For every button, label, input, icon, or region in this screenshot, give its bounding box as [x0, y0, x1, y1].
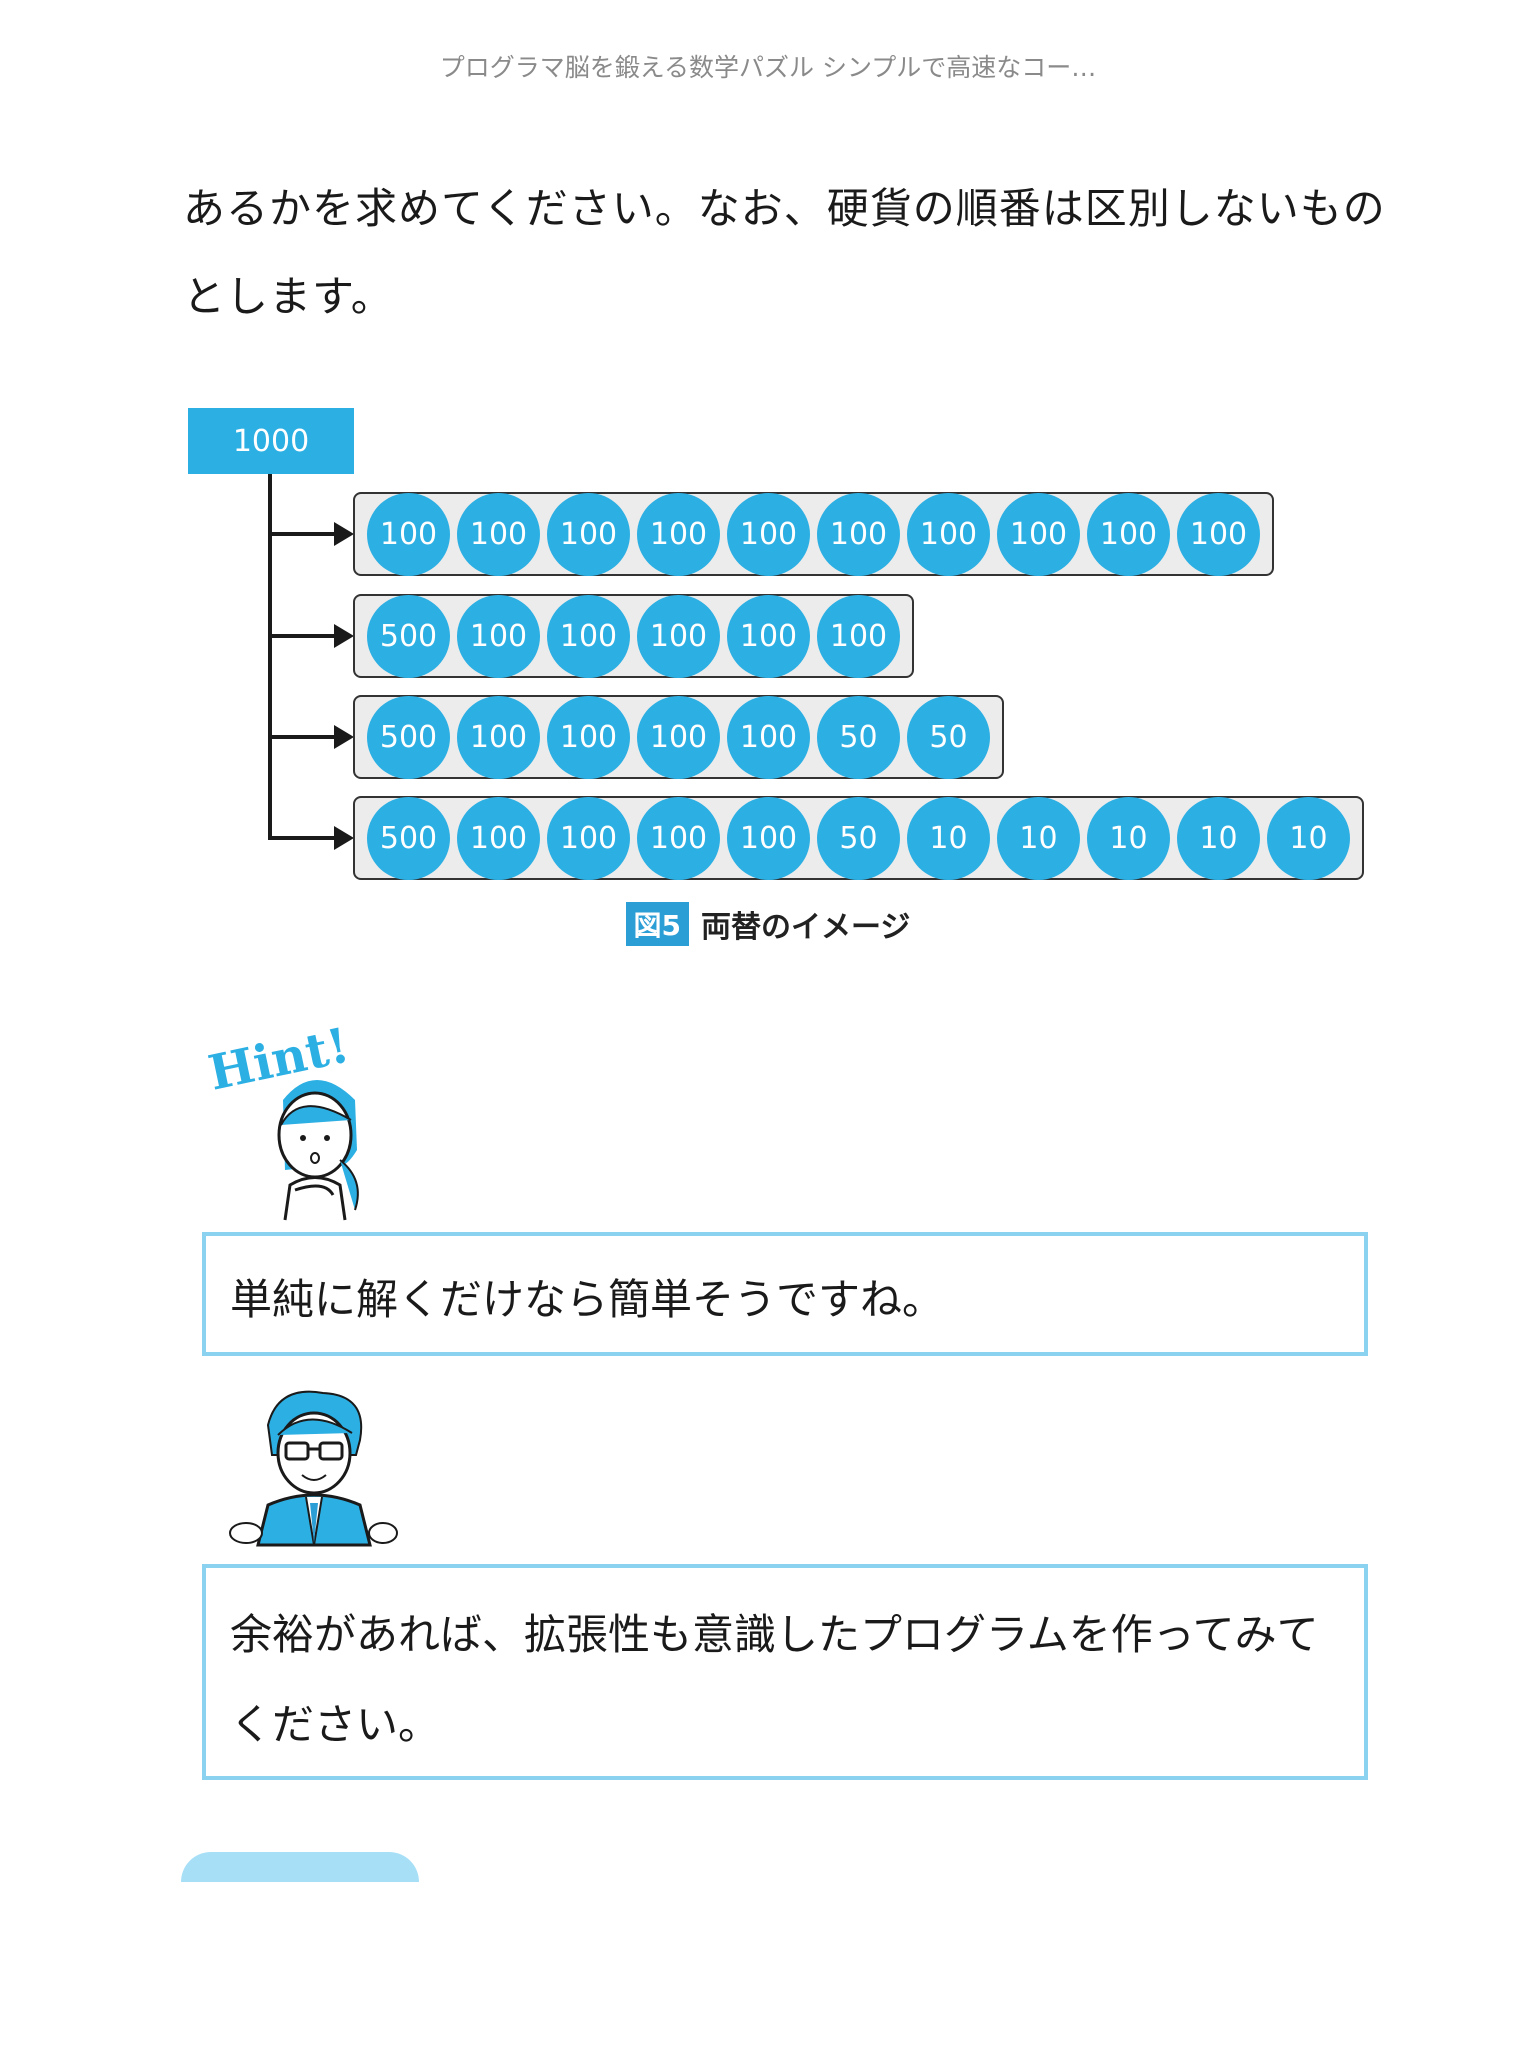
- next-section-tab: [181, 1852, 419, 1882]
- coin: 100: [547, 492, 630, 576]
- coin: 100: [637, 492, 720, 576]
- coin: 10: [1087, 796, 1170, 880]
- coin: 500: [367, 796, 450, 880]
- coin: 500: [367, 594, 450, 678]
- coin: 100: [457, 796, 540, 880]
- teacher-text-line: ください。: [230, 1700, 441, 1749]
- coin: 10: [1267, 796, 1350, 880]
- arrow-icon: [334, 725, 354, 749]
- coin: 100: [1177, 492, 1260, 576]
- figure-caption-text: 両替のイメージ: [701, 910, 911, 945]
- coin: 50: [817, 796, 900, 880]
- hint-text: 単純に解くだけなら簡単そうですね。: [230, 1275, 945, 1324]
- coin: 100: [727, 492, 810, 576]
- coin: 100: [727, 594, 810, 678]
- coin: 100: [817, 594, 900, 678]
- teacher-character-illustration: [229, 1390, 398, 1547]
- coin: 100: [367, 492, 450, 576]
- coin: 100: [637, 796, 720, 880]
- coin: 100: [637, 594, 720, 678]
- coin: 100: [457, 492, 540, 576]
- tree-trunk-line: [268, 474, 272, 840]
- coin: 100: [997, 492, 1080, 576]
- coin: 10: [997, 796, 1080, 880]
- coin: 100: [1087, 492, 1170, 576]
- coin-row-3: 500 100 100 100 100 50 50: [353, 695, 1004, 779]
- coin: 10: [1177, 796, 1260, 880]
- branch-line: [268, 634, 338, 638]
- coin-row-2: 500 100 100 100 100 100: [353, 594, 914, 678]
- coin: 100: [457, 594, 540, 678]
- coin: 100: [637, 695, 720, 779]
- coin: 50: [907, 695, 990, 779]
- branch-line: [268, 532, 338, 536]
- coin: 500: [367, 695, 450, 779]
- coin: 100: [547, 695, 630, 779]
- coin: 100: [907, 492, 990, 576]
- coin-row-4: 500 100 100 100 100 50 10 10 10 10 10: [353, 796, 1364, 880]
- coin: 100: [817, 492, 900, 576]
- teacher-speech-box: 余裕があれば、拡張性も意識したプログラムを作ってみて ください。: [202, 1564, 1368, 1780]
- arrow-icon: [334, 826, 354, 850]
- coin: 100: [727, 796, 810, 880]
- teacher-text-line: 余裕があれば、拡張性も意識したプログラムを作ってみて: [230, 1610, 1319, 1659]
- coin: 100: [547, 594, 630, 678]
- branch-line: [268, 735, 338, 739]
- coin: 10: [907, 796, 990, 880]
- coin: 50: [817, 695, 900, 779]
- hint-speech-box: 単純に解くだけなら簡単そうですね。: [202, 1232, 1368, 1356]
- coin: 100: [727, 695, 810, 779]
- branch-line: [268, 836, 338, 840]
- figure-number: 図5: [625, 902, 690, 946]
- hint-character-illustration: Hint!: [205, 1020, 359, 1221]
- root-bill-box: 1000: [188, 408, 354, 474]
- figure-caption: 図5 両替のイメージ: [0, 902, 1536, 946]
- arrow-icon: [334, 522, 354, 546]
- coin-row-1: 100 100 100 100 100 100 100 100 100 100: [353, 492, 1274, 576]
- coin: 100: [457, 695, 540, 779]
- arrow-icon: [334, 624, 354, 648]
- exchange-figure: 1000 100 100 100 100 100 100 100 100 100 100 500 1…: [0, 0, 1536, 960]
- coin: 100: [547, 796, 630, 880]
